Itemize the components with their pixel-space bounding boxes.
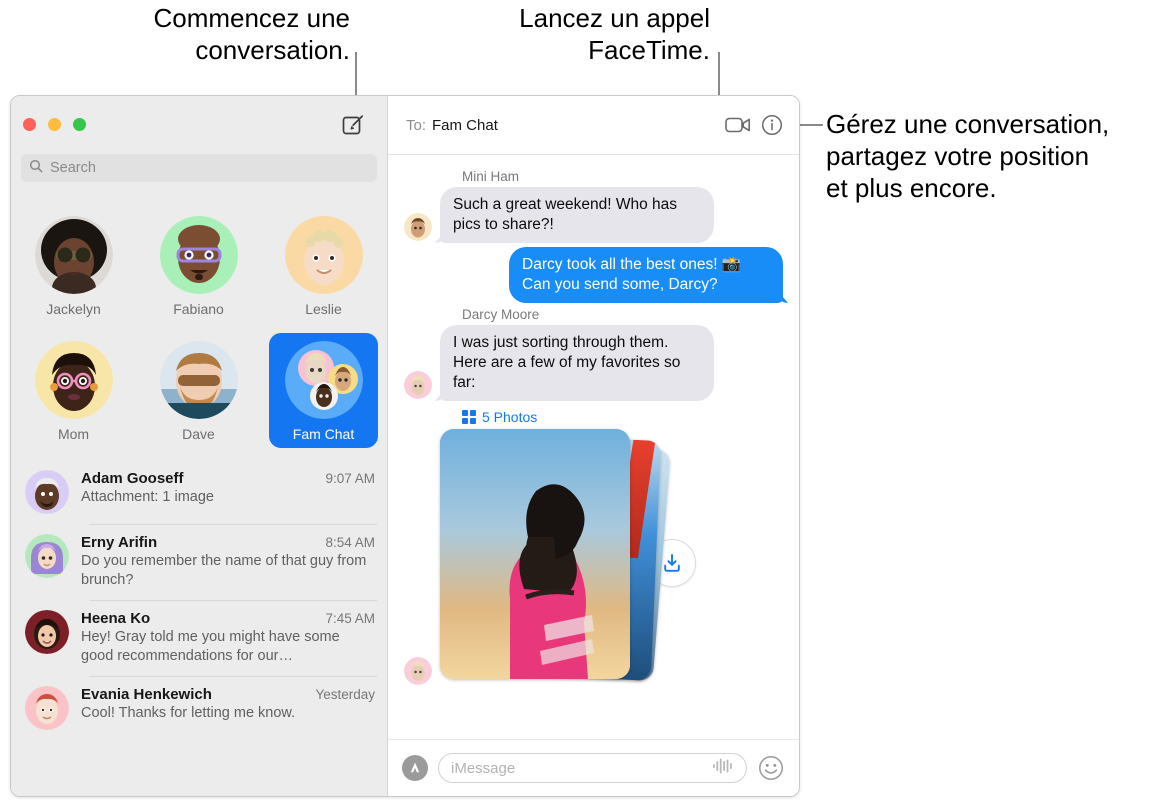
callout-compose-text: Commencez une conversation. <box>153 3 350 65</box>
message-thread: Mini Ham Such a great weekend! Who has p… <box>388 155 799 739</box>
photos-attachment-label[interactable]: 5 Photos <box>462 409 783 425</box>
conversation-preview: Cool! Thanks for letting me know. <box>81 705 296 721</box>
smiley-face-icon[interactable] <box>757 754 785 782</box>
conversation-list: Adam Gooseff 9:07 AM Attachment: 1 image <box>11 458 387 796</box>
pinned-conversations-grid: Jackelyn Fabiano Leslie Mom Dave Fam Cha… <box>11 194 387 458</box>
pinned-item-jackelyn[interactable]: Jackelyn <box>11 202 136 327</box>
to-label: To: <box>406 116 427 134</box>
pinned-item-fam-chat[interactable]: Fam Chat <box>261 327 386 452</box>
messages-window: Search Jackelyn Fabiano Leslie Mom Dave … <box>10 95 800 797</box>
pinned-label: Dave <box>182 426 215 442</box>
avatar-dave <box>159 341 238 419</box>
pinned-item-leslie[interactable]: Leslie <box>261 202 386 327</box>
message-sender: Darcy Moore <box>462 307 540 322</box>
message-compose-bar: iMessage <box>388 739 799 796</box>
pinned-label: Leslie <box>305 301 342 317</box>
list-item[interactable]: Heena Ko 7:45 AM Hey! Gray told me you m… <box>11 600 387 676</box>
conversation-name: Adam Gooseff <box>81 470 184 487</box>
window-titlebar <box>11 96 387 154</box>
conversation-header: To: Fam Chat <box>388 96 799 155</box>
pinned-item-fabiano[interactable]: Fabiano <box>136 202 261 327</box>
avatar-darcy-moore <box>404 657 432 685</box>
imessage-input[interactable]: iMessage <box>438 753 747 783</box>
conversation-name: Erny Arifin <box>81 534 158 551</box>
grid-2x2-icon <box>462 410 476 424</box>
avatar-jackelyn <box>34 216 113 294</box>
search-icon <box>29 159 43 178</box>
recipient-name[interactable]: Fam Chat <box>432 117 498 134</box>
message-sender: Mini Ham <box>462 169 520 184</box>
conversation-pane: To: Fam Chat Mini Ham Such a great weeke… <box>388 96 799 796</box>
list-item[interactable]: Adam Gooseff 9:07 AM Attachment: 1 image <box>11 460 387 524</box>
pinned-label: Fabiano <box>173 301 224 317</box>
conversation-time: 9:07 AM <box>325 471 375 486</box>
avatar-leslie <box>284 216 363 294</box>
conversation-preview: Do you remember the name of that guy fro… <box>81 553 367 588</box>
compose-new-message-icon[interactable] <box>341 113 365 137</box>
audio-waveform-icon[interactable] <box>712 757 734 780</box>
search-container: Search <box>11 154 387 194</box>
callout-manage-text: Gérez une conversation, partagez votre p… <box>826 109 1110 203</box>
avatar <box>25 470 69 514</box>
avatar-mom <box>34 341 113 419</box>
conversation-name: Evania Henkewich <box>81 686 212 703</box>
conversation-time: Yesterday <box>315 687 375 702</box>
pinned-label: Mom <box>57 426 90 442</box>
avatar <box>25 686 69 730</box>
photo-stack[interactable] <box>440 429 671 687</box>
message-bubble[interactable]: I was just sorting through them. Here ar… <box>440 325 714 401</box>
conversation-name: Heena Ko <box>81 610 151 627</box>
photo-card-front[interactable] <box>440 429 630 679</box>
sidebar: Search Jackelyn Fabiano Leslie Mom Dave … <box>11 96 388 796</box>
app-store-icon[interactable] <box>402 755 428 781</box>
avatar-fam-chat-group <box>284 341 363 419</box>
photo-attachment-row <box>404 429 783 687</box>
callout-facetime-text: Lancez un appel FaceTime. <box>519 3 710 65</box>
search-placeholder: Search <box>50 160 96 176</box>
pinned-label: Jackelyn <box>46 301 101 317</box>
list-item[interactable]: Evania Henkewich Yesterday Cool! Thanks … <box>11 676 387 740</box>
avatar-fabiano <box>159 216 238 294</box>
avatar-mini-ham <box>404 213 432 241</box>
message-bubble[interactable]: Such a great weekend! Who has pics to sh… <box>440 187 714 243</box>
pinned-item-dave[interactable]: Dave <box>136 327 261 452</box>
conversation-preview: Hey! Gray told me you might have some go… <box>81 629 340 664</box>
conversation-preview: Attachment: 1 image <box>81 489 214 505</box>
video-camera-icon[interactable] <box>725 115 751 135</box>
conversation-time: 8:54 AM <box>325 535 375 550</box>
photos-count-label: 5 Photos <box>482 409 538 425</box>
conversation-time: 7:45 AM <box>325 611 375 626</box>
search-input[interactable]: Search <box>21 154 377 182</box>
message-group-outgoing: Darcy took all the best ones! 📸 Can you … <box>404 247 783 303</box>
message-group-incoming: Mini Ham Such a great weekend! Who has p… <box>404 169 783 243</box>
avatar-darcy-moore <box>404 371 432 399</box>
minimize-window-button[interactable] <box>48 118 61 131</box>
message-group-incoming: Darcy Moore I was just sorting through t… <box>404 307 783 401</box>
maximize-window-button[interactable] <box>73 118 86 131</box>
close-window-button[interactable] <box>23 118 36 131</box>
pinned-item-mom[interactable]: Mom <box>11 327 136 452</box>
imessage-placeholder: iMessage <box>451 759 516 777</box>
avatar <box>25 534 69 578</box>
info-circle-icon[interactable] <box>761 114 783 136</box>
pinned-label: Fam Chat <box>292 426 355 442</box>
message-bubble[interactable]: Darcy took all the best ones! 📸 Can you … <box>509 247 783 303</box>
list-item[interactable]: Erny Arifin 8:54 AM Do you remember the … <box>11 524 387 600</box>
avatar <box>25 610 69 654</box>
